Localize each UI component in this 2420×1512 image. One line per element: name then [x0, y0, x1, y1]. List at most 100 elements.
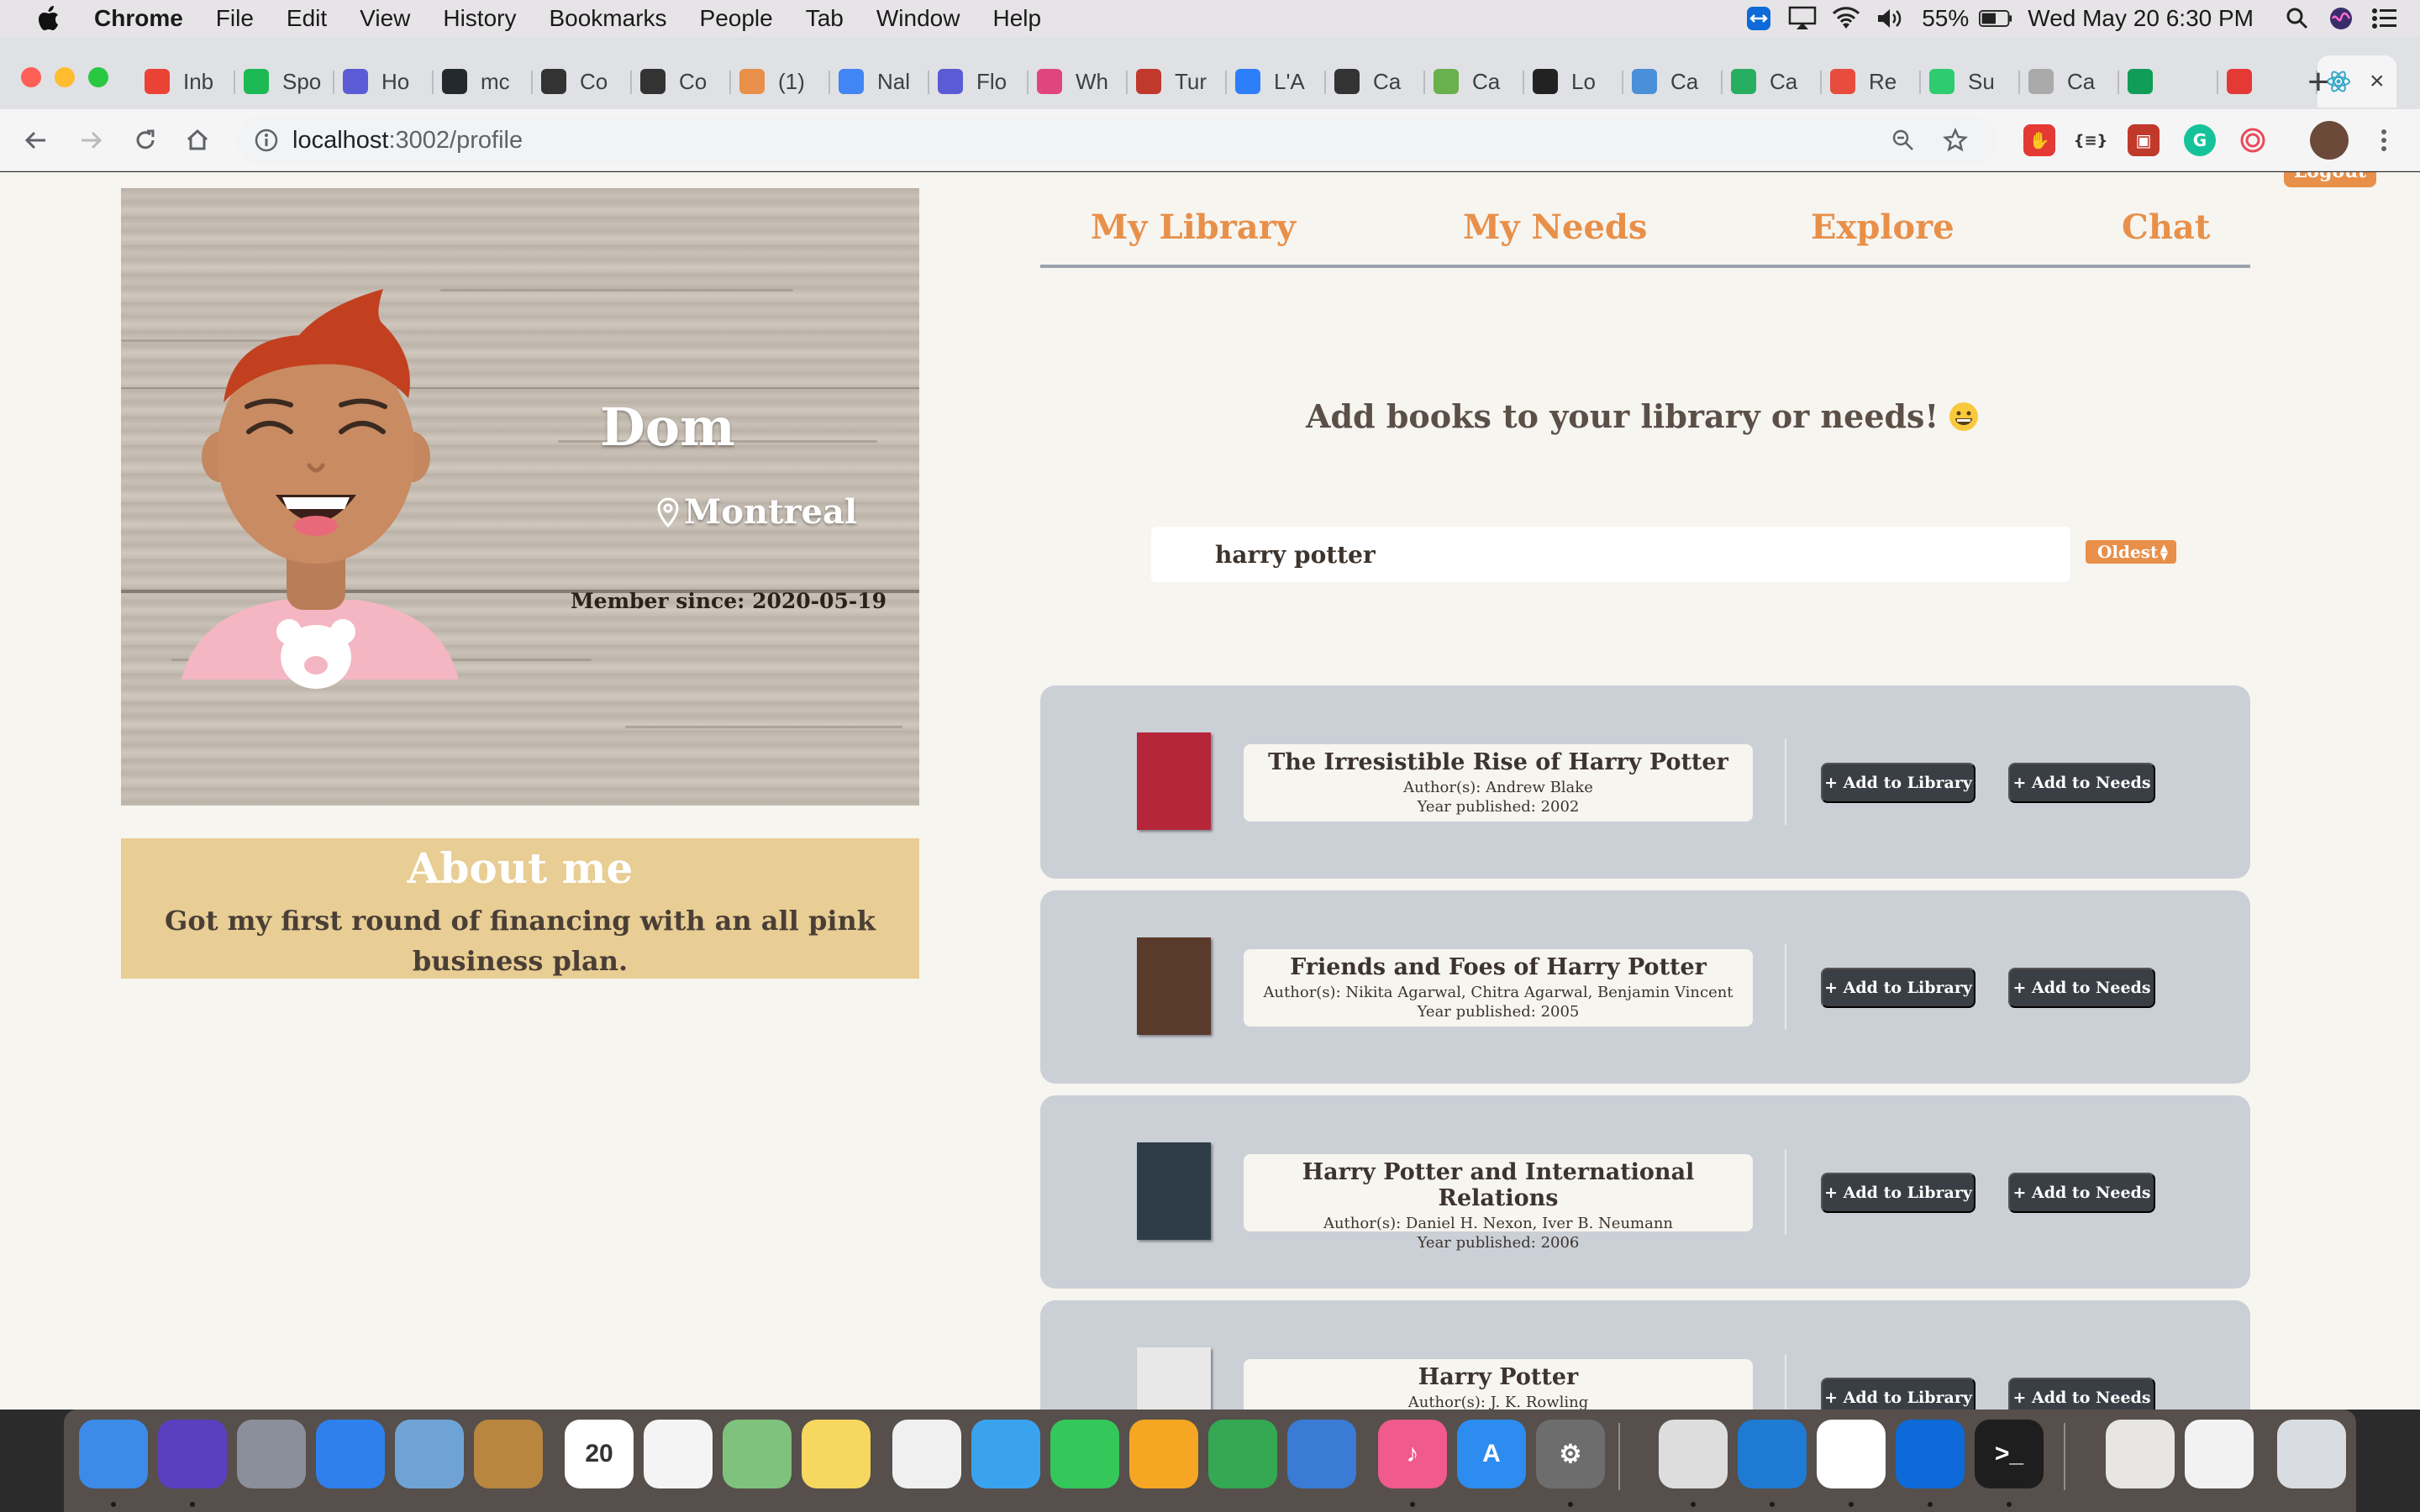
menu-history[interactable]: History — [443, 5, 516, 32]
browser-tab[interactable]: Ca — [1425, 55, 1524, 108]
battery-icon[interactable] — [1979, 0, 2012, 37]
menu-people[interactable]: People — [700, 5, 773, 32]
browser-tab[interactable]: L'A — [1227, 55, 1326, 108]
slack-icon[interactable] — [1817, 1420, 1886, 1488]
home-button[interactable] — [176, 119, 218, 161]
nav-my-needs[interactable]: My Needs — [1463, 207, 1647, 247]
add-to-library-button[interactable]: + Add to Library — [1821, 968, 1975, 1008]
browser-tab[interactable]: mc — [434, 55, 533, 108]
browser-tab[interactable]: Tur — [1128, 55, 1227, 108]
grammarly-extension-icon[interactable]: G — [2184, 124, 2216, 156]
window-close-button[interactable] — [21, 67, 41, 87]
maps-icon[interactable] — [723, 1420, 792, 1488]
trash-icon[interactable] — [2277, 1420, 2346, 1488]
browser-tab[interactable]: Re — [1822, 55, 1921, 108]
forward-button[interactable] — [70, 119, 112, 161]
menu-file[interactable]: File — [216, 5, 254, 32]
siri-status-icon[interactable] — [2324, 0, 2358, 37]
browser-tab[interactable]: Lo — [1524, 55, 1623, 108]
ublock-extension-icon[interactable]: ✋ — [2023, 124, 2055, 156]
browser-tab[interactable]: Co — [632, 55, 731, 108]
nav-chat[interactable]: Chat — [2122, 207, 2210, 247]
menu-tab[interactable]: Tab — [806, 5, 844, 32]
finder-icon[interactable] — [79, 1420, 148, 1488]
messages-icon[interactable] — [971, 1420, 1040, 1488]
new-tab-button[interactable]: + — [2298, 61, 2338, 102]
siri-icon[interactable] — [158, 1420, 227, 1488]
browser-tab[interactable]: Ho — [334, 55, 434, 108]
browser-tab[interactable]: Inb — [136, 55, 235, 108]
reload-button[interactable] — [124, 119, 166, 161]
add-to-library-button[interactable]: + Add to Library — [1821, 1378, 1975, 1410]
pages-icon[interactable] — [1129, 1420, 1198, 1488]
browser-tab[interactable]: Nal — [830, 55, 929, 108]
add-to-needs-button[interactable]: + Add to Needs — [2008, 1378, 2155, 1410]
preview-icon[interactable] — [2185, 1420, 2254, 1488]
zoom-icon[interactable] — [1882, 119, 1924, 161]
menu-edit[interactable]: Edit — [287, 5, 327, 32]
browser-tab[interactable]: Flo — [929, 55, 1028, 108]
chrome-menu-icon[interactable] — [2363, 119, 2405, 161]
browser-tab[interactable]: Spo — [235, 55, 334, 108]
system-preferences-icon[interactable]: ⚙ — [1536, 1420, 1605, 1488]
apple-icon[interactable] — [32, 6, 66, 31]
itunes-icon[interactable]: ♪ — [1378, 1420, 1447, 1488]
browser-tab[interactable]: Su — [1921, 55, 2020, 108]
numbers-icon[interactable] — [1208, 1420, 1277, 1488]
spiral-extension-icon[interactable] — [2237, 124, 2269, 156]
app-store-icon[interactable]: A — [1457, 1420, 1526, 1488]
browser-tab[interactable]: (1) — [731, 55, 830, 108]
notification-center-icon[interactable] — [2368, 0, 2402, 37]
close-tab-icon[interactable]: × — [2370, 67, 2385, 96]
facetime-icon[interactable] — [1050, 1420, 1119, 1488]
volume-icon[interactable] — [1873, 0, 1907, 37]
menu-app-name[interactable]: Chrome — [94, 5, 183, 32]
site-info-icon[interactable] — [252, 126, 281, 155]
add-to-needs-button[interactable]: + Add to Needs — [2008, 763, 2155, 803]
book-search-input[interactable] — [1151, 527, 2070, 582]
chrome-icon[interactable] — [1659, 1420, 1728, 1488]
back-button[interactable] — [15, 119, 57, 161]
sort-select[interactable]: Oldest ▲ ▼ — [2086, 540, 2176, 564]
browser-tab[interactable]: Co — [533, 55, 632, 108]
logout-button[interactable]: Logout — [2284, 172, 2376, 187]
teamviewer-icon[interactable] — [1896, 1420, 1965, 1488]
browser-tab[interactable]: Ca — [1326, 55, 1425, 108]
browser-tab[interactable]: Ca — [2020, 55, 2119, 108]
nav-explore[interactable]: Explore — [1811, 207, 1954, 247]
add-to-library-button[interactable]: + Add to Library — [1821, 763, 1975, 803]
safari-icon[interactable] — [316, 1420, 385, 1488]
json-extension-icon[interactable]: {≡} — [2074, 124, 2108, 156]
profile-avatar[interactable] — [2310, 121, 2349, 160]
user-folder-icon[interactable] — [2106, 1420, 2175, 1488]
mail-icon[interactable] — [395, 1420, 464, 1488]
photos-icon[interactable] — [892, 1420, 961, 1488]
teamviewer-status-icon[interactable] — [1742, 0, 1776, 37]
wifi-icon[interactable] — [1829, 0, 1863, 37]
terminal-icon[interactable]: >_ — [1975, 1420, 2044, 1488]
add-to-library-button[interactable]: + Add to Library — [1821, 1173, 1975, 1213]
contacts-icon[interactable] — [474, 1420, 543, 1488]
menu-view[interactable]: View — [360, 5, 410, 32]
reminders-icon[interactable] — [644, 1420, 713, 1488]
address-bar[interactable]: localhost:3002/profile — [237, 116, 1996, 165]
window-zoom-button[interactable] — [88, 67, 108, 87]
window-minimize-button[interactable] — [55, 67, 75, 87]
calendar-icon[interactable]: 20 — [565, 1420, 634, 1488]
keynote-icon[interactable] — [1287, 1420, 1356, 1488]
airplay-icon[interactable] — [1786, 0, 1819, 37]
nav-my-library[interactable]: My Library — [1091, 207, 1296, 247]
spotlight-search-icon[interactable] — [2281, 0, 2314, 37]
menu-window[interactable]: Window — [876, 5, 960, 32]
add-to-needs-button[interactable]: + Add to Needs — [2008, 968, 2155, 1008]
clock[interactable]: Wed May 20 6:30 PM — [2028, 5, 2254, 32]
game-extension-icon[interactable]: ▣ — [2128, 124, 2160, 156]
bookmark-star-icon[interactable] — [1934, 119, 1976, 161]
browser-tab[interactable]: Ca — [1723, 55, 1822, 108]
browser-tab[interactable]: Wh — [1028, 55, 1128, 108]
browser-tab[interactable]: Ca — [1623, 55, 1723, 108]
vscode-icon[interactable] — [1738, 1420, 1807, 1488]
notes-icon[interactable] — [802, 1420, 871, 1488]
browser-tab[interactable] — [2119, 55, 2218, 108]
add-to-needs-button[interactable]: + Add to Needs — [2008, 1173, 2155, 1213]
